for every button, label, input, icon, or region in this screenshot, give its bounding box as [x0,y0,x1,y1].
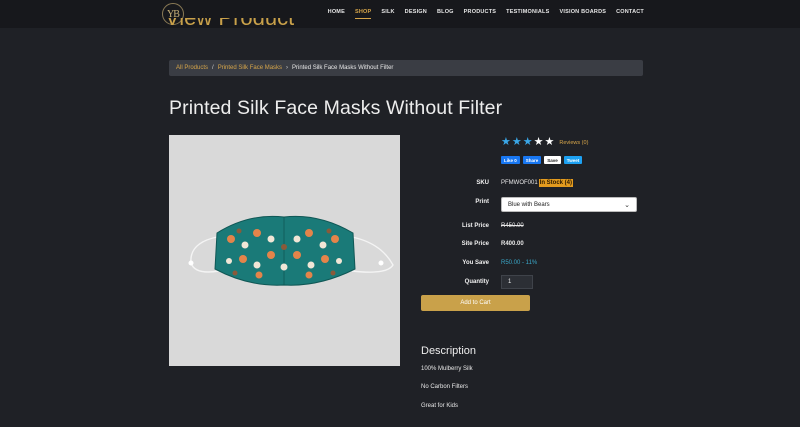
breadcrumb-chevron-icon: › [286,65,289,71]
quantity-label: Quantity [464,279,489,285]
description-line: Great for Kids [421,403,459,409]
nav-products[interactable]: PRODUCTS [464,9,496,15]
sku-value: PFMWOF001 In Stock (4) [501,179,574,187]
add-to-cart-button[interactable]: Add to Cart [421,295,530,311]
chevron-down-icon: ⌄ [624,201,630,209]
nav-home[interactable]: HOME [328,9,345,15]
quantity-input[interactable]: 1 [501,275,533,289]
facebook-share-button[interactable]: Share [522,156,542,164]
nav-testimonials[interactable]: TESTIMONIALS [506,9,549,15]
list-price-label: List Price [461,223,489,229]
nav-contact[interactable]: CONTACT [616,9,644,15]
nav-shop[interactable]: SHOP [354,9,372,19]
nav-vision-boards[interactable]: VISION BOARDS [560,9,607,15]
breadcrumb-current: Printed Silk Face Masks Without Filter [292,65,394,71]
print-select[interactable]: Blue with Bears ⌄ [501,197,637,212]
breadcrumb-all-products[interactable]: All Products [176,65,208,71]
print-selected-value: Blue with Bears [508,201,550,208]
you-save-label: You Save [462,260,489,266]
sku-label: SKU [476,180,489,186]
description-line: No Carbon Filters [421,384,469,390]
reviews-link[interactable]: Reviews (0) [559,140,588,146]
print-label: Print [475,199,489,205]
social-buttons: Like 0 Share Save Tweet [501,156,583,164]
main-nav: HOME SHOP SILK DESIGN BLOG PRODUCTS TEST… [318,9,644,19]
list-price-value: R450.00 [501,223,524,229]
sku-code: PFMWOF001 [501,180,538,186]
face-mask-illustration [188,215,394,286]
you-save-value: R50.00 - 11% [501,260,538,266]
description-heading: Description [421,345,477,357]
rating: ★ ★ ★ ★ ★ Reviews (0) [501,137,588,148]
nav-silk[interactable]: SILK [381,9,394,15]
stock-badge: In Stock (4) [538,179,574,187]
breadcrumb-separator: / [212,65,214,71]
nav-design[interactable]: DESIGN [405,9,427,15]
breadcrumb: All Products / Printed Silk Face Masks ›… [169,60,643,76]
page-heading: View Product [165,18,294,30]
star-icon[interactable]: ★ [534,137,544,148]
site-price-value: R400.00 [501,241,524,247]
facebook-like-button[interactable]: Like 0 [501,156,520,164]
product-title: Printed Silk Face Masks Without Filter [169,97,503,119]
product-image[interactable] [169,135,400,366]
star-icon[interactable]: ★ [501,137,511,148]
tweet-button[interactable]: Tweet [563,156,583,164]
top-navbar: YB HOME SHOP SILK DESIGN BLOG PRODUCTS T… [0,0,800,28]
nav-blog[interactable]: BLOG [437,9,454,15]
breadcrumb-category[interactable]: Printed Silk Face Masks [218,65,282,71]
star-icon[interactable]: ★ [523,137,533,148]
description-line: 100% Mulberry Silk [421,366,473,372]
pinterest-save-button[interactable]: Save [544,156,561,164]
star-icon[interactable]: ★ [512,137,522,148]
star-icon[interactable]: ★ [545,137,555,148]
site-price-label: Site Price [461,241,489,247]
